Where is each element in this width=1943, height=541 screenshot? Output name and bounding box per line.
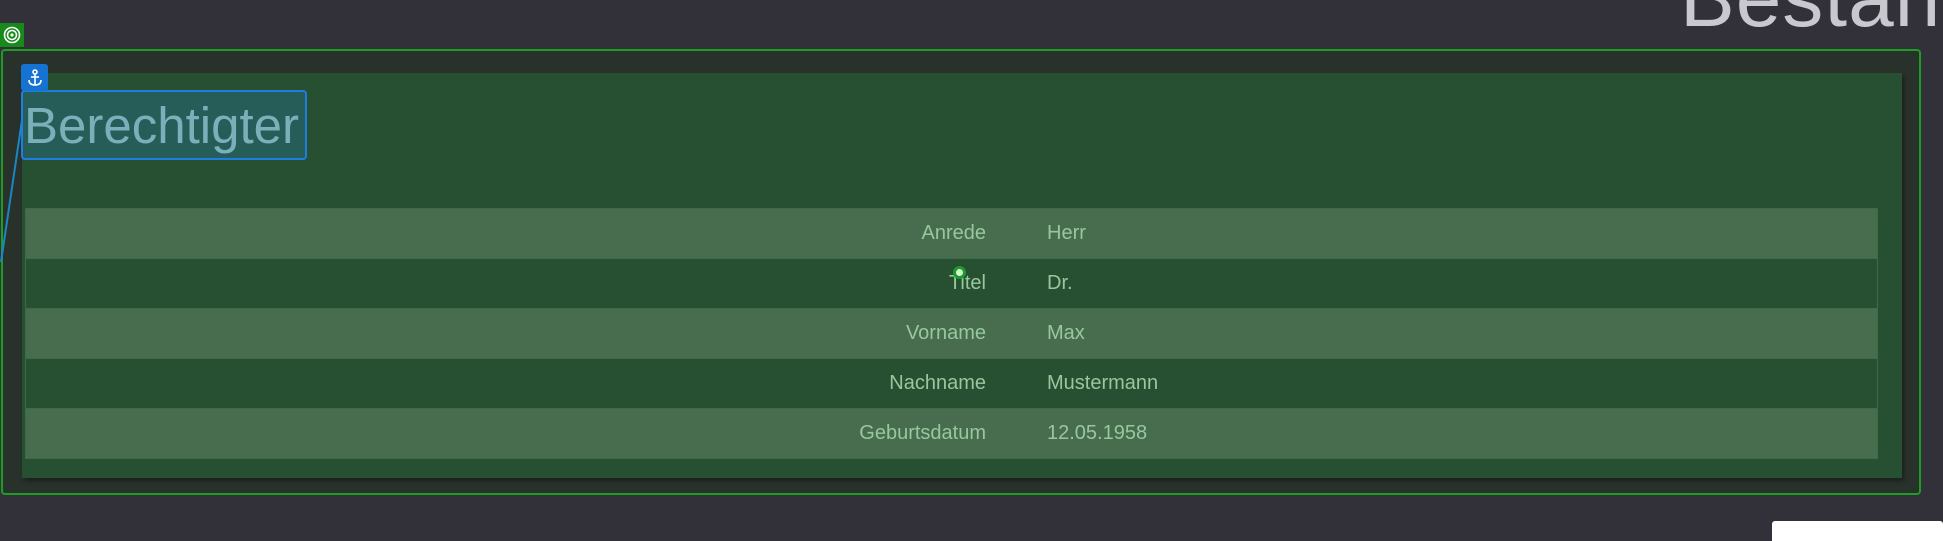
- table-row: Geburtsdatum 12.05.1958: [26, 409, 1877, 458]
- section-title[interactable]: Berechtigter: [24, 95, 299, 157]
- field-value: Max: [1047, 322, 1085, 344]
- field-label: Nachname: [889, 372, 986, 394]
- cursor-icon: [953, 266, 966, 279]
- field-label: Anrede: [921, 222, 987, 244]
- field-value: Mustermann: [1047, 372, 1159, 394]
- table-row: Nachname Mustermann: [26, 359, 1877, 409]
- table-row: Anrede Herr: [26, 209, 1877, 259]
- page-heading: Bestan: [1680, 0, 1941, 46]
- field-label: Titel: [948, 272, 986, 294]
- field-label: Geburtsdatum: [859, 422, 986, 444]
- field-value: Dr.: [1047, 272, 1073, 294]
- bottom-panel-edge[interactable]: [1772, 521, 1943, 541]
- field-label: Vorname: [905, 322, 986, 344]
- field-value: Herr: [1047, 222, 1086, 244]
- target-icon[interactable]: [0, 23, 24, 47]
- field-value: 12.05.1958: [1047, 422, 1148, 444]
- anchor-icon[interactable]: [21, 64, 48, 91]
- table-row: Titel Dr.: [26, 259, 1877, 309]
- beneficiary-details-table: Anrede Herr Titel Dr. Vorname Max Nachna…: [25, 208, 1878, 459]
- table-row: Vorname Max: [26, 309, 1877, 359]
